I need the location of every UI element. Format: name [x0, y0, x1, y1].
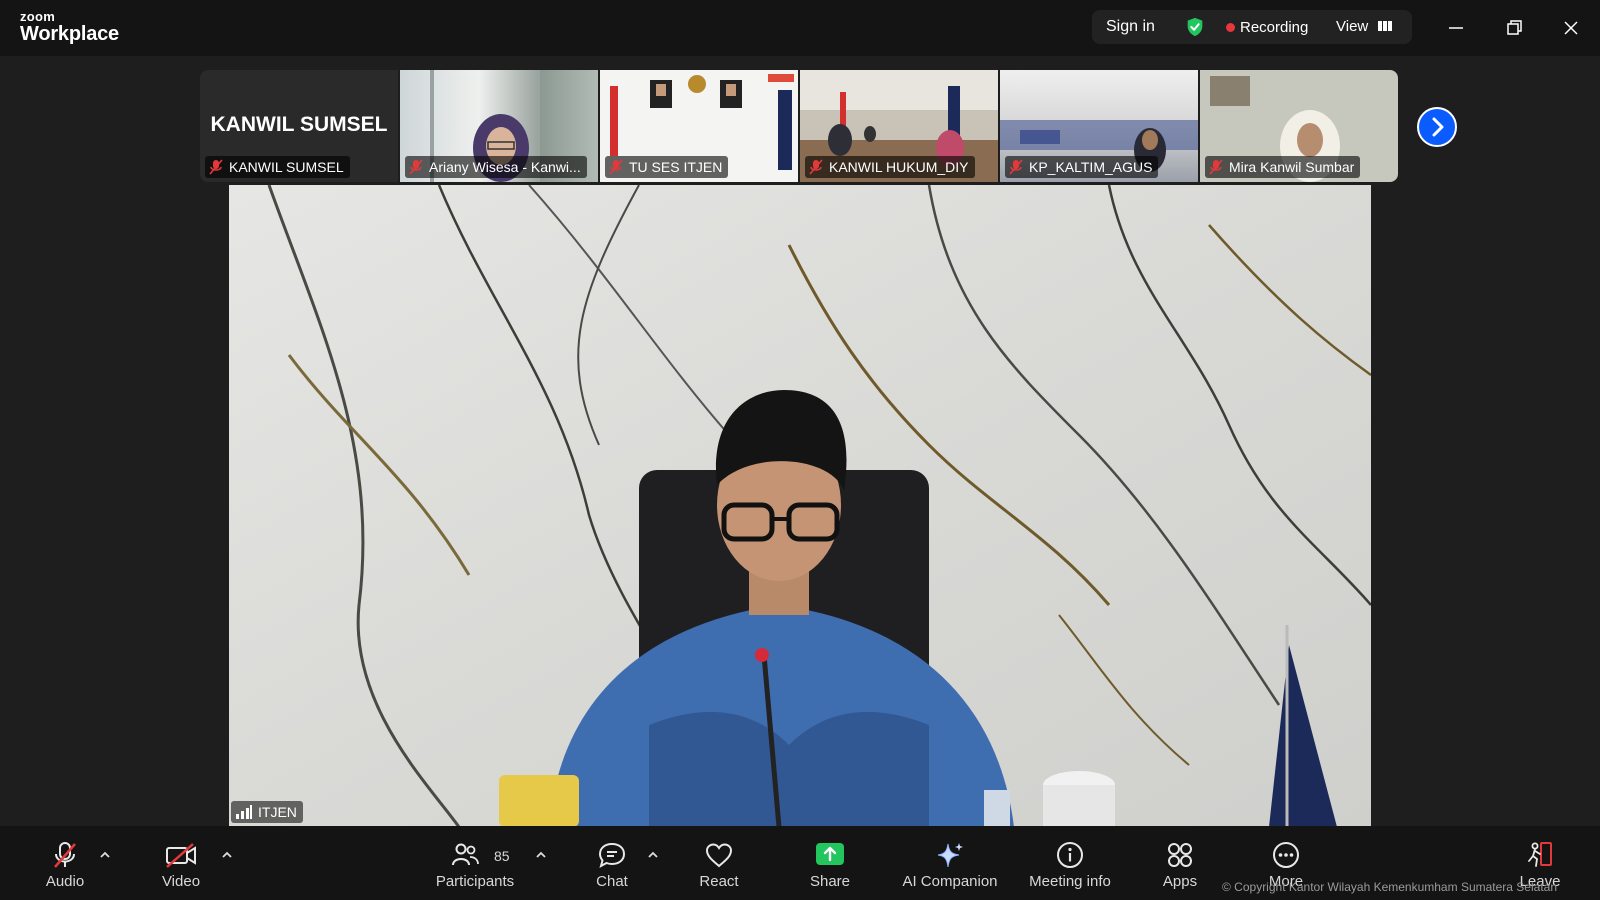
sign-in-button[interactable]: Sign in — [1106, 18, 1155, 36]
recording-dot-icon — [1226, 23, 1235, 32]
meeting-toolbar: Audio Video Participants 85 Chat React S… — [0, 826, 1600, 900]
mic-muted-icon — [809, 159, 823, 175]
participant-display-name: KANWIL SUMSEL — [210, 113, 388, 136]
participant-tile[interactable]: KP_KALTIM_AGUS — [1000, 70, 1198, 182]
minimize-icon[interactable] — [1442, 14, 1470, 42]
mic-muted-icon — [209, 159, 223, 175]
title-bar: zoom Workplace Sign in Recording View — [0, 0, 1600, 56]
participant-label: Mira Kanwil Sumbar — [1205, 156, 1361, 178]
grid-view-icon — [1378, 21, 1392, 31]
share-label: Share — [809, 873, 851, 890]
participants-count: 85 — [494, 848, 510, 864]
participant-label: KANWIL SUMSEL — [205, 156, 350, 178]
chat-button[interactable]: Chat — [592, 840, 632, 896]
chevron-up-icon[interactable] — [646, 850, 660, 860]
participant-label: KANWIL HUKUM_DIY — [805, 156, 975, 178]
participant-name: KANWIL HUKUM_DIY — [829, 159, 969, 175]
mic-muted-icon — [54, 842, 76, 868]
participant-label: Ariany Wisesa - Kanwi... — [405, 156, 587, 178]
sparkle-icon — [937, 843, 963, 868]
ai-companion-button[interactable]: AI Companion — [900, 840, 1000, 896]
chevron-right-icon — [1432, 117, 1444, 137]
participant-name: Ariany Wisesa - Kanwi... — [429, 159, 581, 175]
view-button[interactable]: View — [1336, 18, 1368, 35]
zoom-workplace-logo: zoom Workplace — [20, 10, 119, 44]
participants-icon — [452, 843, 479, 866]
participant-tile[interactable]: TU SES ITJEN — [600, 70, 798, 182]
participant-tile[interactable]: KANWIL HUKUM_DIY — [800, 70, 998, 182]
ai-companion-label: AI Companion — [902, 873, 998, 890]
copyright-watermark: © Copyright Kantor Wilayah Kemenkumham S… — [1222, 880, 1557, 894]
next-page-button[interactable] — [1417, 107, 1457, 147]
audio-label: Audio — [45, 873, 85, 890]
participant-tile[interactable]: KANWIL SUMSEL KANWIL SUMSEL — [200, 70, 398, 182]
share-screen-icon — [816, 843, 844, 865]
participant-name: Mira Kanwil Sumbar — [1229, 159, 1355, 175]
react-label: React — [699, 873, 739, 890]
heart-icon — [705, 843, 733, 868]
logo-zoom-text: zoom — [20, 9, 56, 24]
signal-bars-icon — [236, 805, 252, 819]
participant-label: TU SES ITJEN — [605, 156, 729, 178]
meeting-info-button[interactable]: Meeting info — [1024, 840, 1116, 896]
react-button[interactable]: React — [698, 840, 740, 896]
logo-workplace-text: Workplace — [20, 23, 119, 45]
apps-label: Apps — [1162, 873, 1198, 890]
info-icon — [1057, 842, 1083, 868]
more-dots-icon — [1273, 842, 1299, 868]
recording-indicator[interactable]: Recording — [1240, 19, 1308, 36]
audio-button[interactable]: Audio — [40, 840, 90, 896]
mic-muted-icon — [1209, 159, 1223, 175]
participant-tile[interactable]: Mira Kanwil Sumbar — [1200, 70, 1398, 182]
shield-check-icon[interactable] — [1184, 16, 1206, 38]
chevron-up-icon[interactable] — [534, 850, 548, 860]
participant-label: KP_KALTIM_AGUS — [1005, 156, 1159, 178]
apps-button[interactable]: Apps — [1160, 840, 1200, 896]
chat-label: Chat — [596, 873, 628, 890]
active-speaker-name: ITJEN — [258, 804, 297, 820]
restore-icon[interactable] — [1500, 14, 1528, 42]
mic-muted-icon — [1009, 159, 1023, 175]
active-speaker-label: ITJEN — [231, 801, 303, 823]
mic-muted-icon — [409, 159, 423, 175]
participant-tile[interactable]: Ariany Wisesa - Kanwi... — [400, 70, 598, 182]
share-button[interactable]: Share — [808, 840, 852, 896]
close-icon[interactable] — [1557, 14, 1585, 42]
speaker-video-frame — [229, 185, 1371, 827]
video-button[interactable]: Video — [156, 840, 206, 896]
video-off-icon — [166, 843, 196, 868]
participant-name: KP_KALTIM_AGUS — [1029, 159, 1153, 175]
mic-muted-icon — [609, 159, 623, 175]
participant-name: KANWIL SUMSEL — [229, 159, 344, 175]
video-label: Video — [161, 873, 201, 890]
chevron-up-icon[interactable] — [220, 850, 234, 860]
chevron-up-icon[interactable] — [98, 850, 112, 860]
apps-icon — [1168, 843, 1192, 867]
leave-door-icon — [1528, 842, 1552, 867]
chat-icon — [598, 842, 626, 869]
meeting-info-label: Meeting info — [1029, 873, 1111, 890]
participant-name: TU SES ITJEN — [629, 159, 723, 175]
participants-label: Participants — [435, 873, 515, 890]
titlebar-controls: Sign in Recording View — [1092, 10, 1412, 44]
active-speaker-video: ITJEN — [229, 185, 1371, 827]
